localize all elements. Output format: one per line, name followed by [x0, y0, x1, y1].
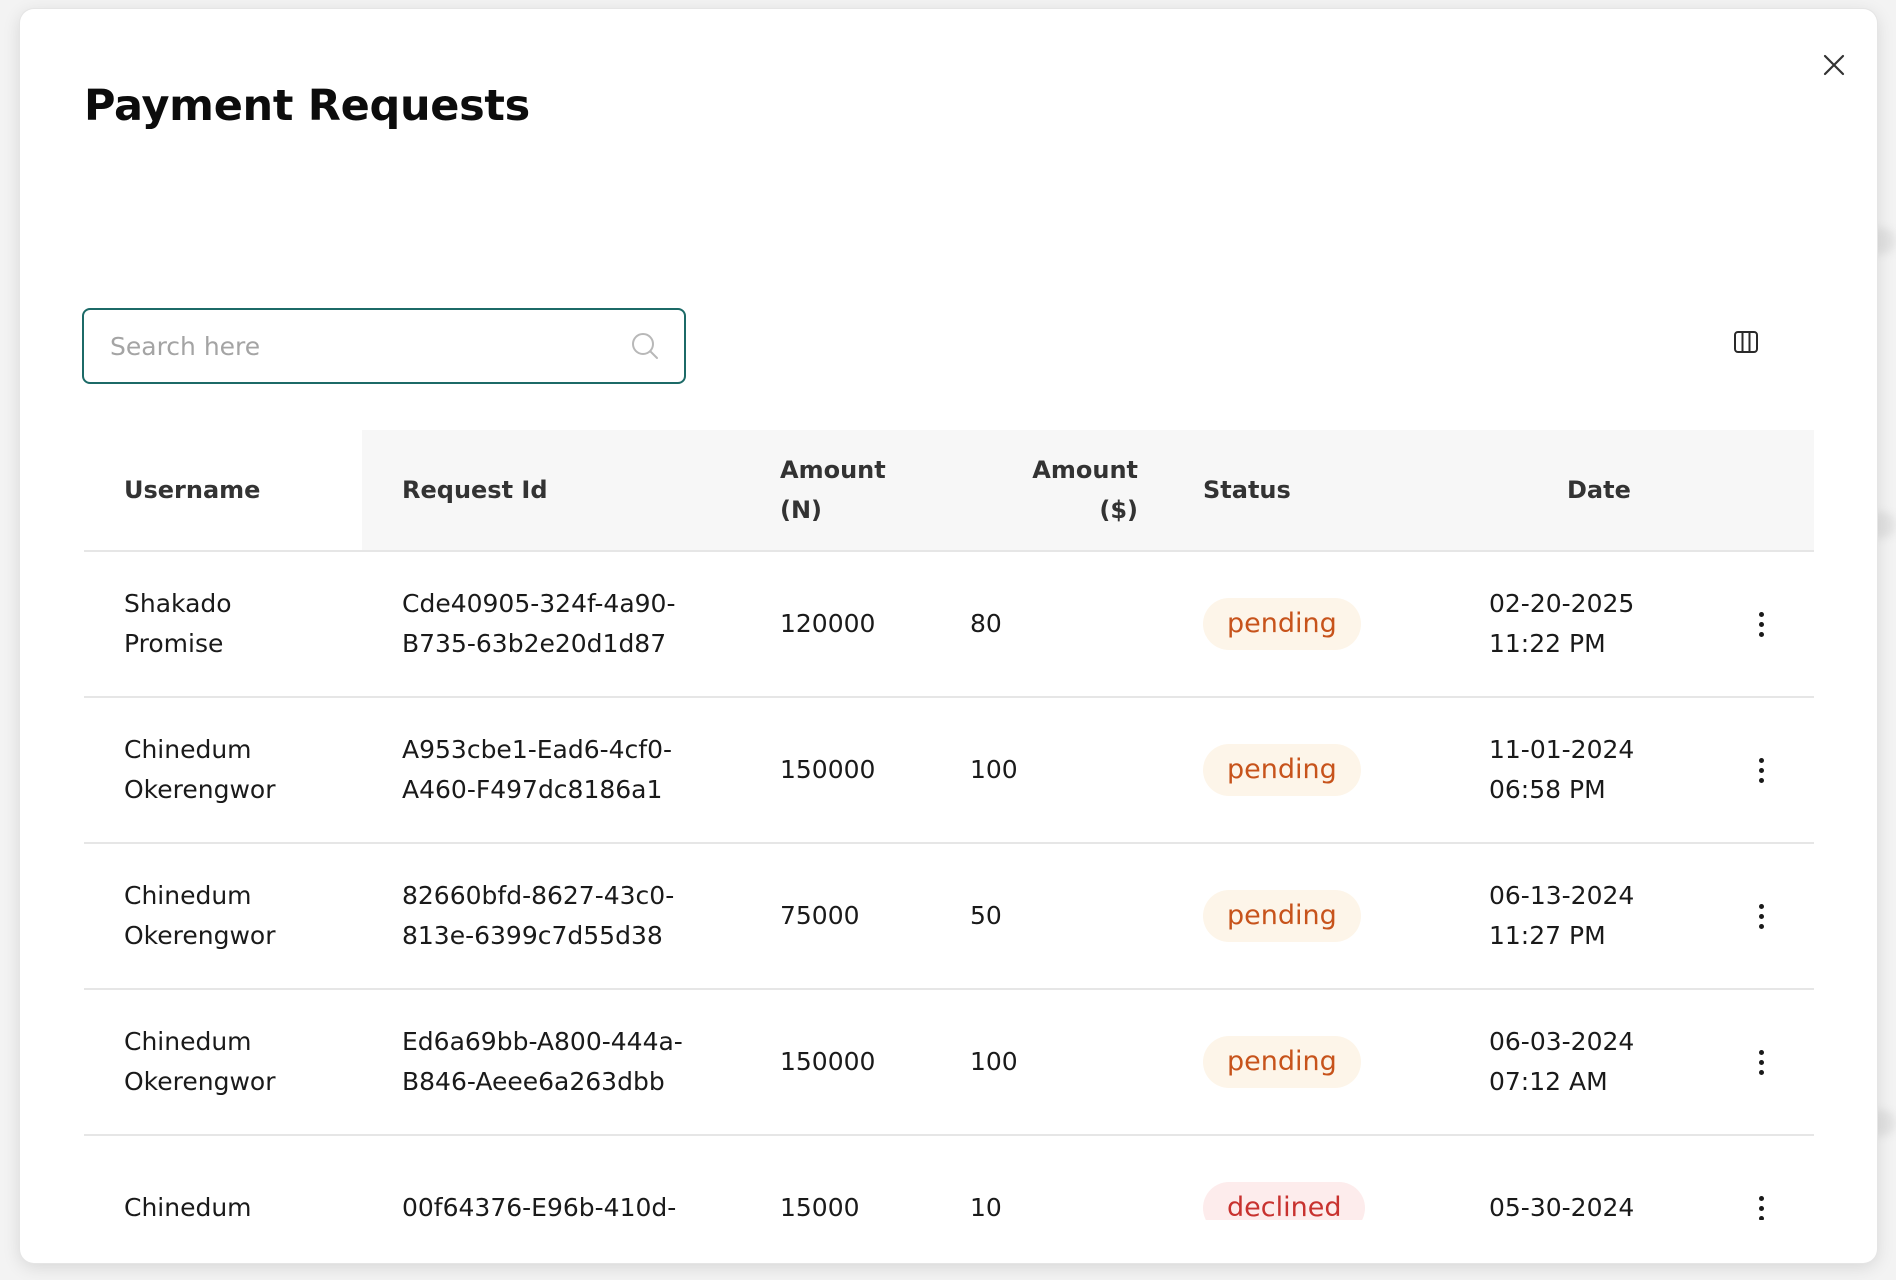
amount-n-cell: 75000 — [775, 843, 965, 990]
amount-usd-cell: 50 — [965, 843, 1160, 990]
actions-cell — [1696, 551, 1814, 698]
username-cell: Chinedum Okerengwor — [84, 697, 362, 844]
date-cell: 05-30-2024 — [1456, 1135, 1696, 1220]
username-cell: Chinedum Okerengwor — [84, 989, 362, 1136]
request-id-cell: A953cbe1-Ead6-4cf0- A460-F497dc8186a1 — [362, 697, 775, 844]
date-time: 11:27 PM — [1489, 921, 1606, 950]
date-time: 07:12 AM — [1489, 1067, 1608, 1096]
amount-usd-header-line1: Amount — [1032, 456, 1138, 484]
username-last: Okerengwor — [124, 1067, 276, 1096]
table-row[interactable]: Shakado Promise Cde40905-324f-4a90- B735… — [84, 551, 1814, 698]
date-day: 06-03-2024 — [1489, 1027, 1635, 1056]
columns-icon — [1734, 331, 1758, 353]
status-badge: pending — [1203, 598, 1361, 650]
date-time: 11:22 PM — [1489, 629, 1606, 658]
request-id-part1: 82660bfd-8627-43c0- — [402, 881, 675, 910]
date-day: 06-13-2024 — [1489, 881, 1635, 910]
table-row[interactable]: Chinedum Okerengwor Ed6a69bb-A800-444a- … — [84, 989, 1814, 1136]
payment-requests-modal: Payment Requests Username Request Id — [20, 9, 1877, 1263]
status-cell: pending — [1160, 843, 1456, 990]
request-id-part2: B846-Aeee6a263dbb — [402, 1067, 665, 1096]
status-badge: pending — [1203, 890, 1361, 942]
table-row[interactable]: Chinedum Okerengwor A953cbe1-Ead6-4cf0- … — [84, 697, 1814, 844]
table-header-row: Username Request Id Amount (N) Amount ($… — [84, 430, 1814, 552]
close-icon — [1823, 54, 1845, 76]
amount-usd-cell: 80 — [965, 551, 1160, 698]
close-button[interactable] — [1814, 45, 1854, 85]
request-id-part2: A460-F497dc8186a1 — [402, 775, 663, 804]
date-cell: 06-13-2024 11:27 PM — [1456, 843, 1696, 990]
column-header-username[interactable]: Username — [84, 430, 362, 552]
username-first: Chinedum — [124, 1193, 252, 1220]
actions-cell — [1696, 697, 1814, 844]
amount-n-header-line1: Amount — [780, 456, 886, 484]
more-vertical-icon[interactable] — [1746, 1188, 1776, 1220]
page-title: Payment Requests — [84, 81, 530, 131]
request-id-part2: B735-63b2e20d1d87 — [402, 629, 667, 658]
column-header-amount-usd[interactable]: Amount ($) — [965, 430, 1160, 552]
username-first: Shakado — [124, 589, 232, 618]
amount-usd-cell: 100 — [965, 697, 1160, 844]
username-last: Promise — [124, 629, 224, 658]
amount-usd-header-line2: ($) — [1099, 496, 1138, 524]
amount-n-cell: 15000 — [775, 1135, 965, 1220]
amount-usd-cell: 100 — [965, 989, 1160, 1136]
table-row[interactable]: Chinedum 00f64376-E96b-410d- 15000 10 de… — [84, 1135, 1814, 1220]
date-time: 06:58 PM — [1489, 775, 1606, 804]
request-id-part2: 813e-6399c7d55d38 — [402, 921, 663, 950]
username-first: Chinedum — [124, 881, 252, 910]
status-badge: declined — [1203, 1182, 1366, 1220]
column-header-request-id[interactable]: Request Id — [362, 430, 775, 552]
date-cell: 06-03-2024 07:12 AM — [1456, 989, 1696, 1136]
request-id-cell: Ed6a69bb-A800-444a- B846-Aeee6a263dbb — [362, 989, 775, 1136]
date-day: 11-01-2024 — [1489, 735, 1635, 764]
date-day: 05-30-2024 — [1489, 1193, 1635, 1220]
username-cell: Chinedum — [84, 1135, 362, 1220]
username-first: Chinedum — [124, 735, 252, 764]
column-header-actions — [1696, 430, 1814, 552]
more-vertical-icon[interactable] — [1746, 896, 1776, 936]
status-badge: pending — [1203, 744, 1361, 796]
amount-usd-cell: 10 — [965, 1135, 1160, 1220]
request-id-cell: 00f64376-E96b-410d- — [362, 1135, 775, 1220]
date-cell: 11-01-2024 06:58 PM — [1456, 697, 1696, 844]
search-icon[interactable] — [630, 331, 660, 361]
request-id-cell: 82660bfd-8627-43c0- 813e-6399c7d55d38 — [362, 843, 775, 990]
request-id-part1: Ed6a69bb-A800-444a- — [402, 1027, 683, 1056]
username-cell: Shakado Promise — [84, 551, 362, 698]
status-cell: pending — [1160, 551, 1456, 698]
username-last: Okerengwor — [124, 775, 276, 804]
table-row[interactable]: Chinedum Okerengwor 82660bfd-8627-43c0- … — [84, 843, 1814, 990]
actions-cell — [1696, 1135, 1814, 1220]
request-id-cell: Cde40905-324f-4a90- B735-63b2e20d1d87 — [362, 551, 775, 698]
amount-n-cell: 150000 — [775, 697, 965, 844]
amount-n-cell: 150000 — [775, 989, 965, 1136]
column-header-status[interactable]: Status — [1160, 430, 1456, 552]
more-vertical-icon[interactable] — [1746, 1042, 1776, 1082]
request-id-part1: A953cbe1-Ead6-4cf0- — [402, 735, 673, 764]
column-header-date[interactable]: Date — [1456, 430, 1696, 552]
search-input[interactable] — [110, 310, 630, 382]
search-box — [82, 308, 686, 384]
username-last: Okerengwor — [124, 921, 276, 950]
amount-n-cell: 120000 — [775, 551, 965, 698]
more-vertical-icon[interactable] — [1746, 750, 1776, 790]
more-vertical-icon[interactable] — [1746, 604, 1776, 644]
actions-cell — [1696, 843, 1814, 990]
amount-n-header-line2: (N) — [780, 496, 823, 524]
status-cell: pending — [1160, 989, 1456, 1136]
columns-toggle-button[interactable] — [1728, 324, 1764, 360]
status-cell: pending — [1160, 697, 1456, 844]
column-header-amount-n[interactable]: Amount (N) — [775, 430, 965, 552]
username-cell: Chinedum Okerengwor — [84, 843, 362, 990]
status-cell: declined — [1160, 1135, 1456, 1220]
payment-requests-table: Username Request Id Amount (N) Amount ($… — [84, 430, 1814, 1220]
request-id-part1: 00f64376-E96b-410d- — [402, 1193, 677, 1220]
date-day: 02-20-2025 — [1489, 589, 1635, 618]
date-cell: 02-20-2025 11:22 PM — [1456, 551, 1696, 698]
request-id-part1: Cde40905-324f-4a90- — [402, 589, 676, 618]
actions-cell — [1696, 989, 1814, 1136]
username-first: Chinedum — [124, 1027, 252, 1056]
status-badge: pending — [1203, 1036, 1361, 1088]
